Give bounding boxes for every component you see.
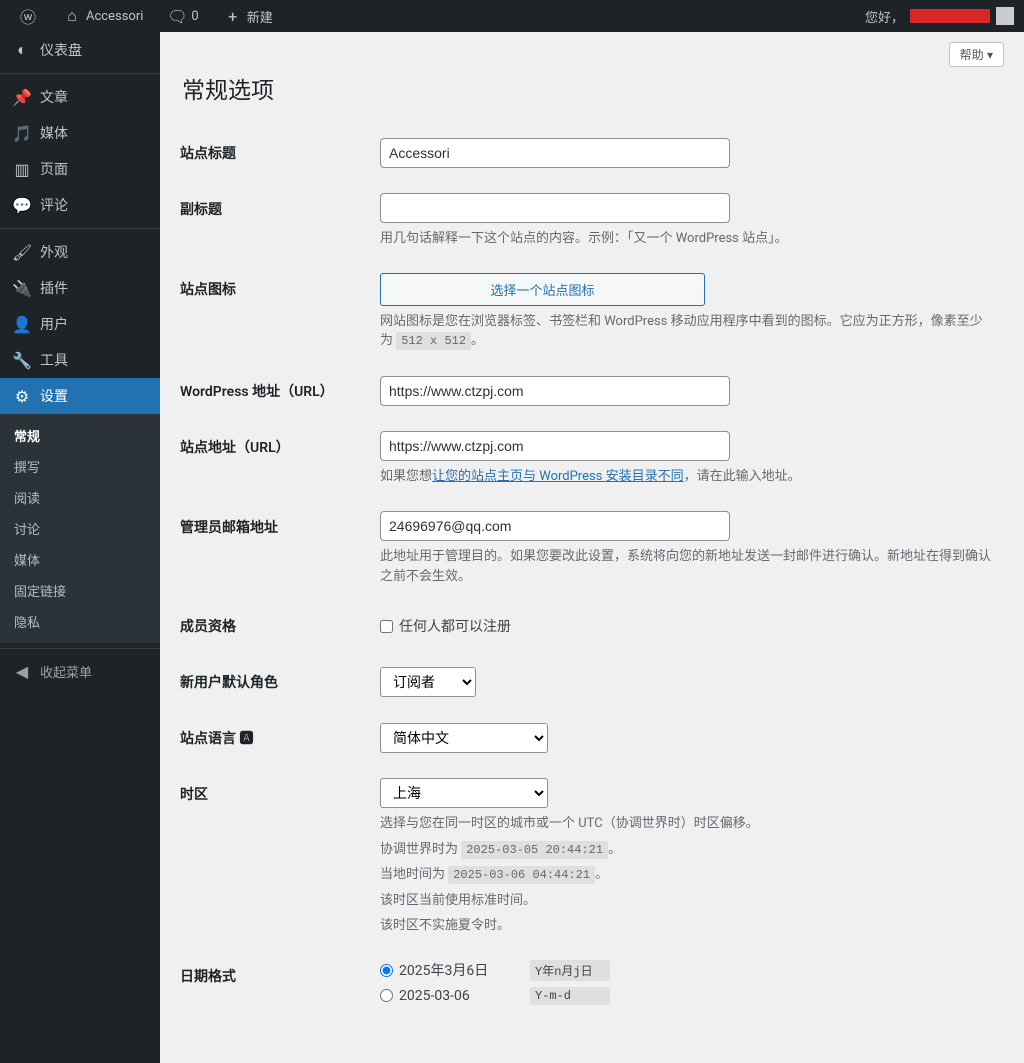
menu-users[interactable]: 👤用户 [0, 306, 160, 342]
comment-count: 0 [191, 9, 198, 24]
submenu-general[interactable]: 常规 [0, 420, 160, 451]
dashboard-icon: ◐ [12, 40, 32, 60]
menu-plugins[interactable]: 🔌插件 [0, 270, 160, 306]
dst-info-2: 该时区不实施夏令时。 [380, 916, 994, 936]
main-content: 帮助 ▾ 常规选项 站点标题 副标题 用几句话解释一下这个站点的内容。示例：「又… [160, 32, 1024, 1063]
label-date-format: 日期格式 [180, 948, 380, 1023]
pin-icon: 📌 [12, 88, 32, 107]
input-admin-email[interactable] [380, 511, 730, 541]
desc-site-icon: 网站图标是您在浏览器标签、书签栏和 WordPress 移动应用程序中看到的图标… [380, 312, 994, 351]
site-name-text: Accessori [86, 9, 143, 24]
comment-icon: 💬 [12, 196, 32, 215]
page-icon: ▥ [12, 160, 32, 179]
input-wp-url[interactable] [380, 376, 730, 406]
submenu-writing[interactable]: 撰写 [0, 451, 160, 482]
menu-tools[interactable]: 🔧工具 [0, 342, 160, 378]
checkbox-membership[interactable] [380, 620, 393, 633]
link-site-url-help[interactable]: 让您的站点主页与 WordPress 安装目录不同 [432, 469, 684, 484]
slider-icon: ⚙ [12, 387, 32, 406]
select-default-role[interactable]: 订阅者 [380, 667, 476, 697]
select-site-lang[interactable]: 简体中文 [380, 723, 548, 753]
label-membership: 成员资格 [180, 598, 380, 654]
howdy-text: 您好， [865, 7, 904, 26]
user-icon: 👤 [12, 315, 32, 334]
menu-media[interactable]: 🎵媒体 [0, 115, 160, 151]
admin-toolbar: ⓦ ⌂Accessori 🗨0 +新建 您好， [0, 0, 1024, 32]
menu-pages[interactable]: ▥页面 [0, 151, 160, 187]
collapse-icon: ◀ [12, 662, 32, 681]
new-content-link[interactable]: +新建 [215, 0, 281, 32]
label-admin-email: 管理员邮箱地址 [180, 499, 380, 598]
radio-date-0-label[interactable]: 2025年3月6日 [380, 960, 490, 980]
media-icon: 🎵 [12, 124, 32, 143]
input-tagline[interactable] [380, 193, 730, 223]
dst-info-1: 该时区当前使用标准时间。 [380, 891, 994, 911]
menu-comments[interactable]: 💬评论 [0, 187, 160, 223]
home-icon: ⌂ [62, 6, 82, 26]
label-site-title: 站点标题 [180, 125, 380, 181]
plugin-icon: 🔌 [12, 279, 32, 298]
utc-time: 协调世界时为 2025-03-05 20:44:21。 [380, 840, 994, 860]
menu-posts[interactable]: 📌文章 [0, 79, 160, 115]
new-label: 新建 [247, 7, 273, 26]
wrench-icon: 🔧 [12, 351, 32, 370]
local-time: 当地时间为 2025-03-06 04:44:21。 [380, 865, 994, 885]
avatar[interactable] [996, 7, 1014, 25]
menu-dashboard[interactable]: ◐仪表盘 [0, 32, 160, 68]
code-date-1: Y-m-d [530, 987, 610, 1005]
label-wp-url: WordPress 地址（URL） [180, 363, 380, 419]
radio-date-1-label[interactable]: 2025-03-06 [380, 987, 490, 1004]
desc-site-url: 如果您想让您的站点主页与 WordPress 安装目录不同，请在此输入地址。 [380, 467, 994, 487]
page-title: 常规选项 [182, 71, 1004, 105]
label-site-lang: 站点语言 🅰 [180, 710, 380, 766]
label-site-url: 站点地址（URL） [180, 419, 380, 499]
help-tab[interactable]: 帮助 ▾ [949, 42, 1004, 67]
input-site-url[interactable] [380, 431, 730, 461]
wp-logo[interactable]: ⓦ [10, 0, 46, 32]
submenu-reading[interactable]: 阅读 [0, 482, 160, 513]
plus-icon: + [223, 7, 243, 26]
label-timezone: 时区 [180, 766, 380, 948]
settings-submenu: 常规 撰写 阅读 讨论 媒体 固定链接 隐私 [0, 414, 160, 643]
label-default-role: 新用户默认角色 [180, 654, 380, 710]
label-site-icon: 站点图标 [180, 261, 380, 363]
comment-icon: 🗨 [167, 7, 187, 26]
admin-sidebar: ◐仪表盘 📌文章 🎵媒体 ▥页面 💬评论 🖌外观 🔌插件 👤用户 🔧工具 ⚙设置… [0, 32, 160, 1063]
select-timezone[interactable]: 上海 [380, 778, 548, 808]
brush-icon: 🖌 [12, 243, 32, 262]
label-tagline: 副标题 [180, 181, 380, 261]
submenu-privacy[interactable]: 隐私 [0, 606, 160, 637]
radio-date-0[interactable] [380, 964, 393, 977]
wordpress-icon: ⓦ [18, 4, 38, 28]
submenu-media[interactable]: 媒体 [0, 544, 160, 575]
input-site-title[interactable] [380, 138, 730, 168]
code-date-0: Y年n月j日 [530, 960, 610, 981]
button-choose-site-icon[interactable]: 选择一个站点图标 [380, 273, 705, 306]
menu-settings[interactable]: ⚙设置 [0, 378, 160, 414]
site-name-link[interactable]: ⌂ Accessori [54, 0, 151, 32]
comments-link[interactable]: 🗨0 [159, 0, 206, 32]
desc-timezone: 选择与您在同一时区的城市或一个 UTC（协调世界时）时区偏移。 [380, 814, 994, 834]
desc-tagline: 用几句话解释一下这个站点的内容。示例：「又一个 WordPress 站点」。 [380, 229, 994, 249]
submenu-discussion[interactable]: 讨论 [0, 513, 160, 544]
translate-icon: 🅰 [239, 731, 253, 747]
desc-admin-email: 此地址用于管理目的。如果您要改此设置，系统将向您的新地址发送一封邮件进行确认。新… [380, 547, 994, 586]
username-redacted [910, 9, 990, 23]
collapse-menu[interactable]: ◀收起菜单 [0, 654, 160, 689]
submenu-permalinks[interactable]: 固定链接 [0, 575, 160, 606]
menu-appearance[interactable]: 🖌外观 [0, 234, 160, 270]
radio-date-1[interactable] [380, 989, 393, 1002]
label-anyone-register[interactable]: 任何人都可以注册 [380, 619, 511, 635]
